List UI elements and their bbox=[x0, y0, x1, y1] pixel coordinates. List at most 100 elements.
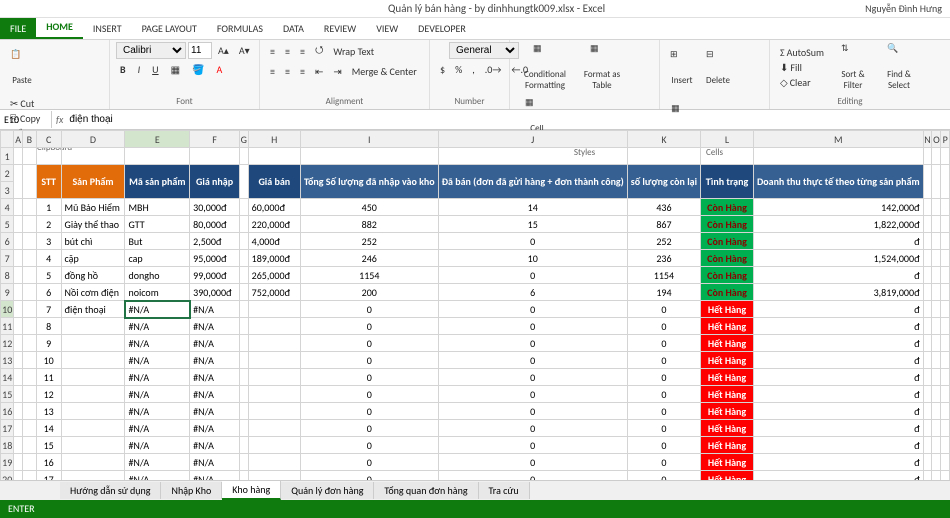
fill-color-button[interactable]: 🪣 bbox=[188, 62, 208, 77]
column-header[interactable]: L bbox=[701, 131, 754, 148]
cell[interactable]: 6 bbox=[438, 284, 627, 301]
cell[interactable] bbox=[22, 165, 36, 199]
cell[interactable] bbox=[239, 437, 248, 454]
cell[interactable]: 0 bbox=[627, 471, 700, 481]
column-header[interactable]: C bbox=[36, 131, 61, 148]
cell[interactable]: #N/A bbox=[190, 420, 240, 437]
table-header-cell[interactable]: Mã sản phẩm bbox=[125, 165, 190, 199]
cell[interactable]: #N/A bbox=[125, 369, 190, 386]
cell[interactable] bbox=[14, 386, 22, 403]
cell[interactable] bbox=[941, 420, 950, 437]
cell[interactable]: điện thoại bbox=[61, 301, 125, 318]
cell[interactable]: 0 bbox=[300, 386, 438, 403]
table-header-cell[interactable]: số lượng còn lại bbox=[627, 165, 700, 199]
clear-button[interactable]: ◇Clear bbox=[776, 75, 828, 90]
cell[interactable] bbox=[239, 199, 248, 216]
cell[interactable] bbox=[239, 267, 248, 284]
cut-button[interactable]: ✂Cut bbox=[6, 96, 89, 111]
cell[interactable]: đ bbox=[753, 318, 923, 335]
cell[interactable]: 0 bbox=[300, 369, 438, 386]
cell[interactable] bbox=[14, 199, 22, 216]
cell[interactable]: But bbox=[125, 233, 190, 250]
cell[interactable]: 0 bbox=[300, 301, 438, 318]
cell[interactable] bbox=[22, 148, 36, 165]
cell[interactable] bbox=[753, 148, 923, 165]
row-header[interactable]: 5 bbox=[1, 216, 14, 233]
worksheet-grid[interactable]: ABCDEFGHIJKLMNOP12STTSản PhẩmMã sản phẩm… bbox=[0, 130, 950, 480]
cell[interactable]: đ bbox=[753, 301, 923, 318]
cell[interactable]: 30,000đ bbox=[190, 199, 240, 216]
cell[interactable]: 3,819,000đ bbox=[753, 284, 923, 301]
cell[interactable] bbox=[248, 318, 300, 335]
cell[interactable] bbox=[239, 471, 248, 481]
cell[interactable]: Hết Hàng bbox=[701, 352, 754, 369]
cell[interactable]: đ bbox=[753, 454, 923, 471]
cell[interactable] bbox=[300, 148, 438, 165]
cell[interactable]: 0 bbox=[438, 335, 627, 352]
cell[interactable] bbox=[923, 284, 932, 301]
cell[interactable]: 236 bbox=[627, 250, 700, 267]
column-header[interactable]: F bbox=[190, 131, 240, 148]
cell[interactable]: 2,500đ bbox=[190, 233, 240, 250]
cell[interactable] bbox=[61, 420, 125, 437]
column-header[interactable]: M bbox=[753, 131, 923, 148]
cell[interactable] bbox=[941, 250, 950, 267]
row-header[interactable]: 2 bbox=[1, 165, 14, 182]
cell[interactable]: 80,000đ bbox=[190, 216, 240, 233]
cell[interactable] bbox=[61, 335, 125, 352]
cell[interactable] bbox=[14, 267, 22, 284]
cell[interactable] bbox=[239, 420, 248, 437]
cell[interactable] bbox=[923, 267, 932, 284]
ribbon-tab-page-layout[interactable]: PAGE LAYOUT bbox=[132, 18, 207, 39]
cell[interactable] bbox=[22, 454, 36, 471]
cell[interactable]: #N/A bbox=[190, 352, 240, 369]
cell[interactable] bbox=[239, 403, 248, 420]
cell[interactable] bbox=[239, 284, 248, 301]
cell[interactable]: cặp bbox=[61, 250, 125, 267]
cell[interactable]: đ bbox=[753, 437, 923, 454]
cell[interactable] bbox=[14, 301, 22, 318]
cell[interactable]: 14 bbox=[438, 199, 627, 216]
cell[interactable] bbox=[941, 148, 950, 165]
align-right-button[interactable]: ≡ bbox=[296, 64, 309, 79]
cell[interactable]: 0 bbox=[627, 352, 700, 369]
cell[interactable] bbox=[22, 471, 36, 481]
cell[interactable]: 0 bbox=[627, 386, 700, 403]
cell[interactable]: 15 bbox=[438, 216, 627, 233]
cell[interactable]: 1,822,000đ bbox=[753, 216, 923, 233]
cell[interactable]: Hết Hàng bbox=[701, 335, 754, 352]
cell[interactable]: GTT bbox=[125, 216, 190, 233]
cell[interactable]: 9 bbox=[36, 335, 61, 352]
cell[interactable] bbox=[932, 471, 941, 481]
cell[interactable] bbox=[923, 386, 932, 403]
cell[interactable] bbox=[701, 148, 754, 165]
comma-button[interactable]: , bbox=[468, 62, 479, 77]
cell[interactable] bbox=[941, 199, 950, 216]
align-bottom-button[interactable]: ≡ bbox=[296, 42, 309, 61]
row-header[interactable]: 9 bbox=[1, 284, 14, 301]
cell[interactable] bbox=[239, 335, 248, 352]
cell[interactable]: #N/A bbox=[190, 335, 240, 352]
border-button[interactable]: ▦ bbox=[167, 62, 184, 77]
insert-cells-button[interactable]: ⊞Insert bbox=[666, 42, 698, 92]
cell[interactable] bbox=[22, 352, 36, 369]
table-header-cell[interactable]: STT bbox=[36, 165, 61, 199]
cell[interactable] bbox=[248, 369, 300, 386]
cell[interactable]: 7 bbox=[36, 301, 61, 318]
cell[interactable]: 867 bbox=[627, 216, 700, 233]
cell[interactable]: 1 bbox=[36, 199, 61, 216]
cell[interactable] bbox=[22, 216, 36, 233]
cell[interactable] bbox=[923, 471, 932, 481]
cell[interactable]: 0 bbox=[438, 369, 627, 386]
table-header-cell[interactable]: Doanh thu thực tế theo từng sản phẩm bbox=[753, 165, 923, 199]
row-header[interactable]: 7 bbox=[1, 250, 14, 267]
cell[interactable] bbox=[14, 352, 22, 369]
cell[interactable] bbox=[14, 437, 22, 454]
cell[interactable] bbox=[239, 454, 248, 471]
cell[interactable]: 0 bbox=[438, 420, 627, 437]
cell[interactable] bbox=[932, 233, 941, 250]
cell[interactable]: đ bbox=[753, 233, 923, 250]
row-header[interactable]: 18 bbox=[1, 437, 14, 454]
row-header[interactable]: 20 bbox=[1, 471, 14, 481]
row-header[interactable]: 12 bbox=[1, 335, 14, 352]
